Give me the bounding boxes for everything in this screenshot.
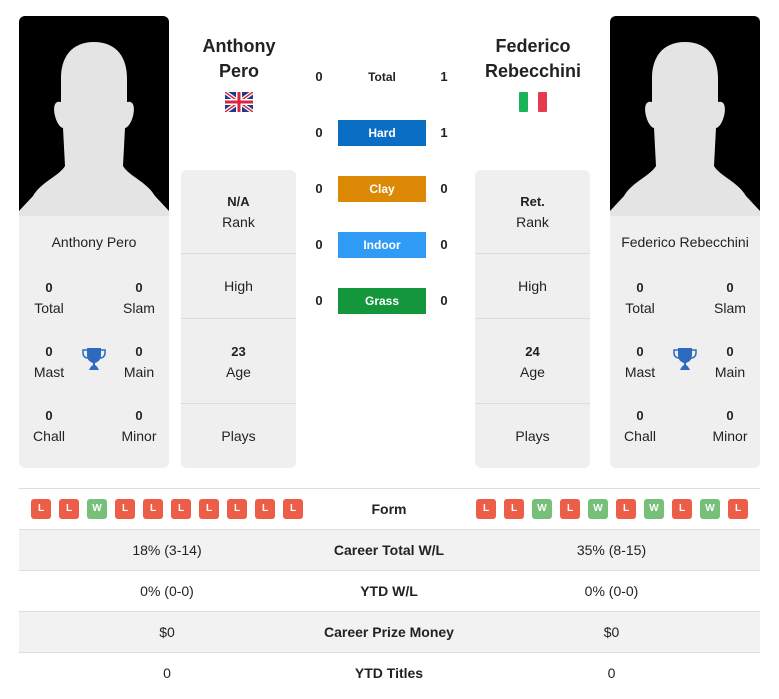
form-badge-win[interactable]: W	[644, 499, 664, 519]
form-badge-loss[interactable]: L	[616, 499, 636, 519]
surface-badge-clay: Clay	[338, 176, 426, 202]
trophy-icon	[673, 348, 697, 370]
surface-badge-grass: Grass	[338, 288, 426, 314]
player1-form: LLWLLLLLLL	[31, 489, 303, 529]
form-badge-loss[interactable]: L	[115, 499, 135, 519]
h2h-row-total: 0 Total 1	[305, 64, 460, 90]
table-row-career-wl: 18% (3-14) Career Total W/L 35% (8-15)	[19, 529, 760, 570]
form-badge-win[interactable]: W	[532, 499, 552, 519]
uk-flag-icon	[225, 92, 253, 112]
player1-card-name: Anthony Pero	[51, 234, 137, 250]
surface-label-total: Total	[368, 70, 396, 84]
form-badge-loss[interactable]: L	[728, 499, 748, 519]
form-badge-loss[interactable]: L	[171, 499, 191, 519]
player1-slam-titles: 0 Slam	[123, 280, 155, 316]
silhouette-icon	[610, 42, 760, 216]
form-badge-loss[interactable]: L	[143, 499, 163, 519]
h2h-row-hard: 0 Hard 1	[305, 120, 460, 146]
table-row-prize-money: $0 Career Prize Money $0	[19, 611, 760, 652]
player2-plays: Plays	[515, 428, 550, 444]
form-badge-loss[interactable]: L	[672, 499, 692, 519]
player1-info-panel: N/A Rank High 23 Age Plays	[181, 170, 296, 468]
italy-flag-icon	[519, 92, 547, 112]
player1-plays: Plays	[221, 428, 256, 444]
divider	[181, 318, 296, 319]
player1-name[interactable]: Anthony Pero	[174, 34, 304, 84]
form-badge-loss[interactable]: L	[560, 499, 580, 519]
player1-age: 23 Age	[226, 344, 251, 380]
player1-total-titles: 0 Total	[34, 280, 64, 316]
player2-high: High	[518, 278, 547, 294]
comparison-table: LLWLLLLLLL Form LLWLWLWLWL 18% (3-14) Ca…	[19, 488, 760, 693]
player2-photo	[610, 16, 760, 216]
table-row-form: LLWLLLLLLL Form LLWLWLWLWL	[19, 488, 760, 529]
divider	[475, 318, 590, 319]
form-badge-loss[interactable]: L	[59, 499, 79, 519]
player2-age: 24 Age	[520, 344, 545, 380]
player1-minor-titles: 0 Minor	[121, 408, 157, 444]
player2-card-name: Federico Rebecchini	[621, 234, 749, 250]
form-badge-win[interactable]: W	[700, 499, 720, 519]
h2h-row-clay: 0 Clay 0	[305, 176, 460, 202]
form-badge-loss[interactable]: L	[283, 499, 303, 519]
form-badge-win[interactable]: W	[588, 499, 608, 519]
form-badge-loss[interactable]: L	[31, 499, 51, 519]
player2-total-titles: 0 Total	[625, 280, 655, 316]
surface-badge-indoor: Indoor	[338, 232, 426, 258]
divider	[181, 403, 296, 404]
table-row-ytd-wl: 0% (0-0) YTD W/L 0% (0-0)	[19, 570, 760, 611]
h2h-row-indoor: 0 Indoor 0	[305, 232, 460, 258]
form-badge-loss[interactable]: L	[199, 499, 219, 519]
player2-minor-titles: 0 Minor	[712, 408, 748, 444]
form-label: Form	[371, 501, 407, 517]
player1-mast-titles: 0 Mast	[33, 344, 65, 380]
surface-badge-hard: Hard	[338, 120, 426, 146]
player2-main-titles: 0 Main	[714, 344, 746, 380]
player2-rank: Ret. Rank	[516, 194, 549, 230]
player1-high: High	[224, 278, 253, 294]
divider	[475, 253, 590, 254]
form-badge-loss[interactable]: L	[504, 499, 524, 519]
trophy-icon	[82, 348, 106, 370]
player2-name[interactable]: Federico Rebecchini	[468, 34, 598, 84]
player1-card: Anthony Pero 0 Total 0 Slam 0 Mast 0 Mai…	[19, 16, 169, 468]
divider	[475, 403, 590, 404]
player1-photo	[19, 16, 169, 216]
player2-slam-titles: 0 Slam	[714, 280, 746, 316]
player1-rank: N/A Rank	[222, 194, 255, 230]
player1-chall-titles: 0 Chall	[33, 408, 65, 444]
player2-card: Federico Rebecchini 0 Total 0 Slam 0 Mas…	[610, 16, 760, 468]
form-badge-loss[interactable]: L	[255, 499, 275, 519]
silhouette-icon	[19, 42, 169, 216]
form-badge-loss[interactable]: L	[227, 499, 247, 519]
form-badge-loss[interactable]: L	[476, 499, 496, 519]
player1-main-titles: 0 Main	[123, 344, 155, 380]
player2-form: LLWLWLWLWL	[476, 489, 748, 529]
player2-chall-titles: 0 Chall	[624, 408, 656, 444]
table-row-ytd-titles: 0 YTD Titles 0	[19, 652, 760, 693]
h2h-row-grass: 0 Grass 0	[305, 288, 460, 314]
player2-mast-titles: 0 Mast	[624, 344, 656, 380]
player2-info-panel: Ret. Rank High 24 Age Plays	[475, 170, 590, 468]
form-badge-win[interactable]: W	[87, 499, 107, 519]
divider	[181, 253, 296, 254]
